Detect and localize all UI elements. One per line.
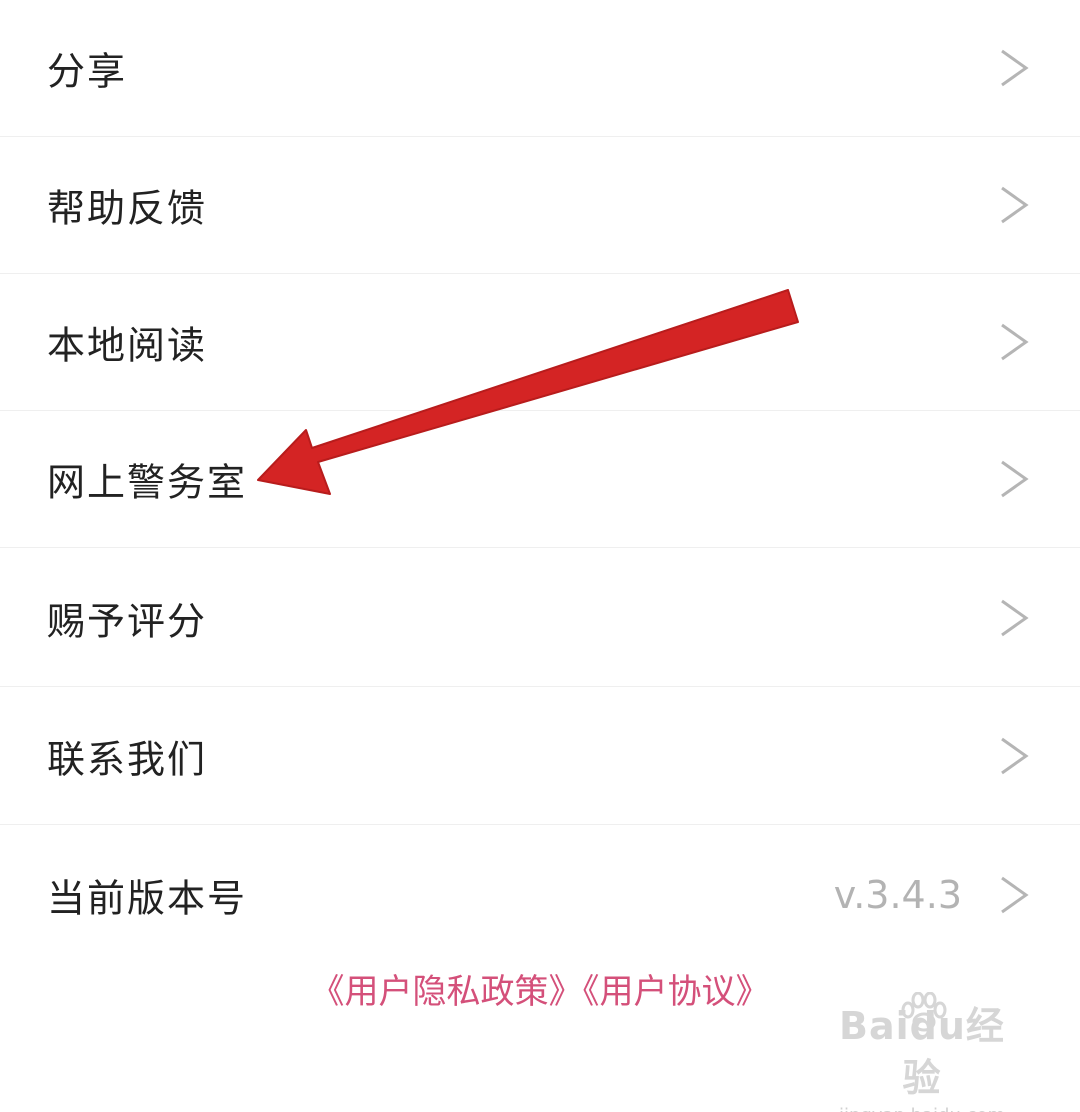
menu-item-label: 赐予评分 — [47, 599, 208, 644]
chevron-right-icon — [1001, 49, 1029, 87]
menu-item-online-police[interactable]: 网上警务室 — [0, 411, 1080, 548]
chevron-right-icon — [1001, 323, 1029, 361]
watermark-url: jingyan.baidu.com — [822, 1104, 1022, 1112]
chevron-right-icon — [1001, 876, 1029, 913]
settings-page: 分享 帮助反馈 本地阅读 网上警务室 赐予评分 联系我们 当前版本号 v.3.4… — [0, 0, 1080, 1112]
menu-item-label: 联系我们 — [47, 737, 208, 782]
menu-item-version[interactable]: 当前版本号 v.3.4.3 — [0, 826, 1080, 963]
baidu-jingyan-watermark: Baidu经验 jingyan.baidu.com — [822, 992, 1022, 1112]
menu-item-local-reading[interactable]: 本地阅读 — [0, 274, 1080, 411]
version-number: v.3.4.3 — [833, 872, 962, 917]
menu-item-label: 当前版本号 — [47, 876, 248, 920]
menu-item-help-feedback[interactable]: 帮助反馈 — [0, 137, 1080, 274]
chevron-right-icon — [1001, 737, 1029, 775]
menu-item-rate[interactable]: 赐予评分 — [0, 550, 1080, 687]
paw-icon — [901, 992, 947, 1032]
chevron-right-icon — [1001, 599, 1029, 637]
menu-item-label: 本地阅读 — [47, 323, 208, 368]
chevron-right-icon — [1001, 186, 1029, 224]
menu-item-label: 帮助反馈 — [47, 186, 208, 231]
menu-item-label: 网上警务室 — [47, 460, 248, 505]
chevron-right-icon — [1001, 460, 1029, 498]
user-agreement-link[interactable]: 《用户协议》 — [583, 972, 770, 1012]
privacy-policy-link[interactable]: 《用户隐私政策》 — [311, 972, 583, 1012]
menu-item-contact-us[interactable]: 联系我们 — [0, 688, 1080, 825]
menu-item-label: 分享 — [47, 49, 128, 94]
menu-item-share[interactable]: 分享 — [0, 0, 1080, 137]
